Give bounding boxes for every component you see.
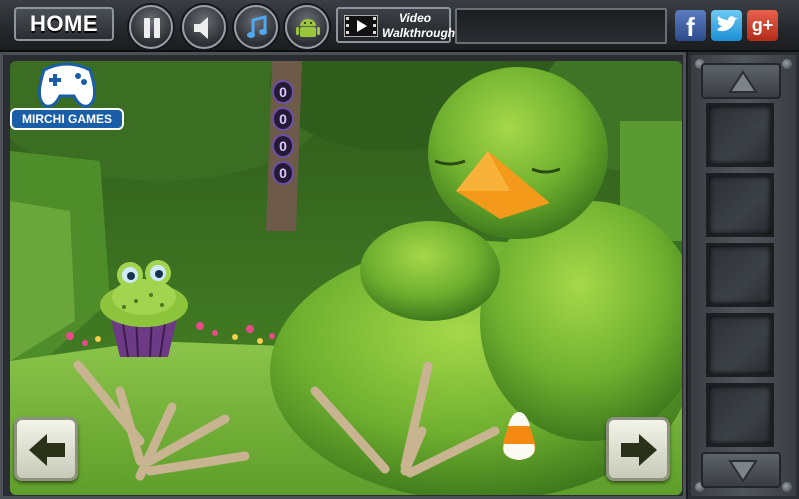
twitter-bird-icon	[717, 16, 738, 32]
gamepad-icon	[38, 62, 96, 108]
frog-cupcake[interactable]	[96, 257, 192, 369]
pause-button[interactable]	[129, 5, 173, 49]
mirchi-games-logo[interactable]: MIRCHI GAMES	[10, 56, 124, 134]
film-icon	[344, 15, 378, 37]
code-digit: 0	[272, 80, 294, 104]
message-panel	[455, 8, 667, 44]
sound-button[interactable]	[182, 5, 226, 49]
video-walkthrough-label: Video Walkthrough	[382, 11, 456, 41]
chevron-up-icon	[728, 70, 758, 93]
android-button[interactable]	[285, 5, 329, 49]
code-digit: 0	[272, 107, 294, 131]
logo-text: MIRCHI GAMES	[10, 108, 124, 130]
pause-icon	[144, 18, 160, 38]
inventory-scroll-down-button[interactable]	[701, 452, 781, 488]
screw	[782, 59, 792, 69]
navigate-right-button[interactable]	[606, 417, 670, 481]
chevron-down-icon	[728, 460, 758, 483]
screw	[782, 482, 792, 492]
code-clue: 0 0 0 0	[272, 80, 296, 188]
video-label-line1: Video	[398, 11, 432, 25]
facebook-button[interactable]: f	[675, 10, 706, 42]
twitter-button[interactable]	[711, 10, 742, 41]
speaker-icon	[194, 17, 208, 39]
inventory-slot[interactable]	[706, 173, 774, 237]
inventory-panel	[688, 52, 799, 499]
inventory-slot[interactable]	[706, 383, 774, 447]
inventory-scroll-up-button[interactable]	[701, 63, 781, 99]
video-label-line2: Walkthrough	[382, 26, 456, 40]
inventory-slot[interactable]	[706, 313, 774, 377]
home-button[interactable]: HOME	[14, 7, 114, 41]
candy-corn-item[interactable]	[496, 410, 542, 462]
googleplus-button[interactable]: g+	[747, 10, 778, 41]
inventory-slot[interactable]	[706, 103, 774, 167]
code-digit: 0	[272, 134, 294, 158]
video-walkthrough-button[interactable]: Video Walkthrough	[336, 7, 456, 43]
top-toolbar: HOME Video Walkthrough f g+	[0, 0, 799, 52]
music-button[interactable]	[234, 5, 278, 49]
navigate-left-button[interactable]	[14, 417, 78, 481]
android-icon	[296, 19, 320, 37]
inventory-slot[interactable]	[706, 243, 774, 307]
arrow-right-icon	[621, 434, 657, 466]
arrow-left-icon	[29, 434, 65, 466]
code-digit: 0	[272, 161, 294, 185]
music-note-icon	[247, 15, 267, 38]
